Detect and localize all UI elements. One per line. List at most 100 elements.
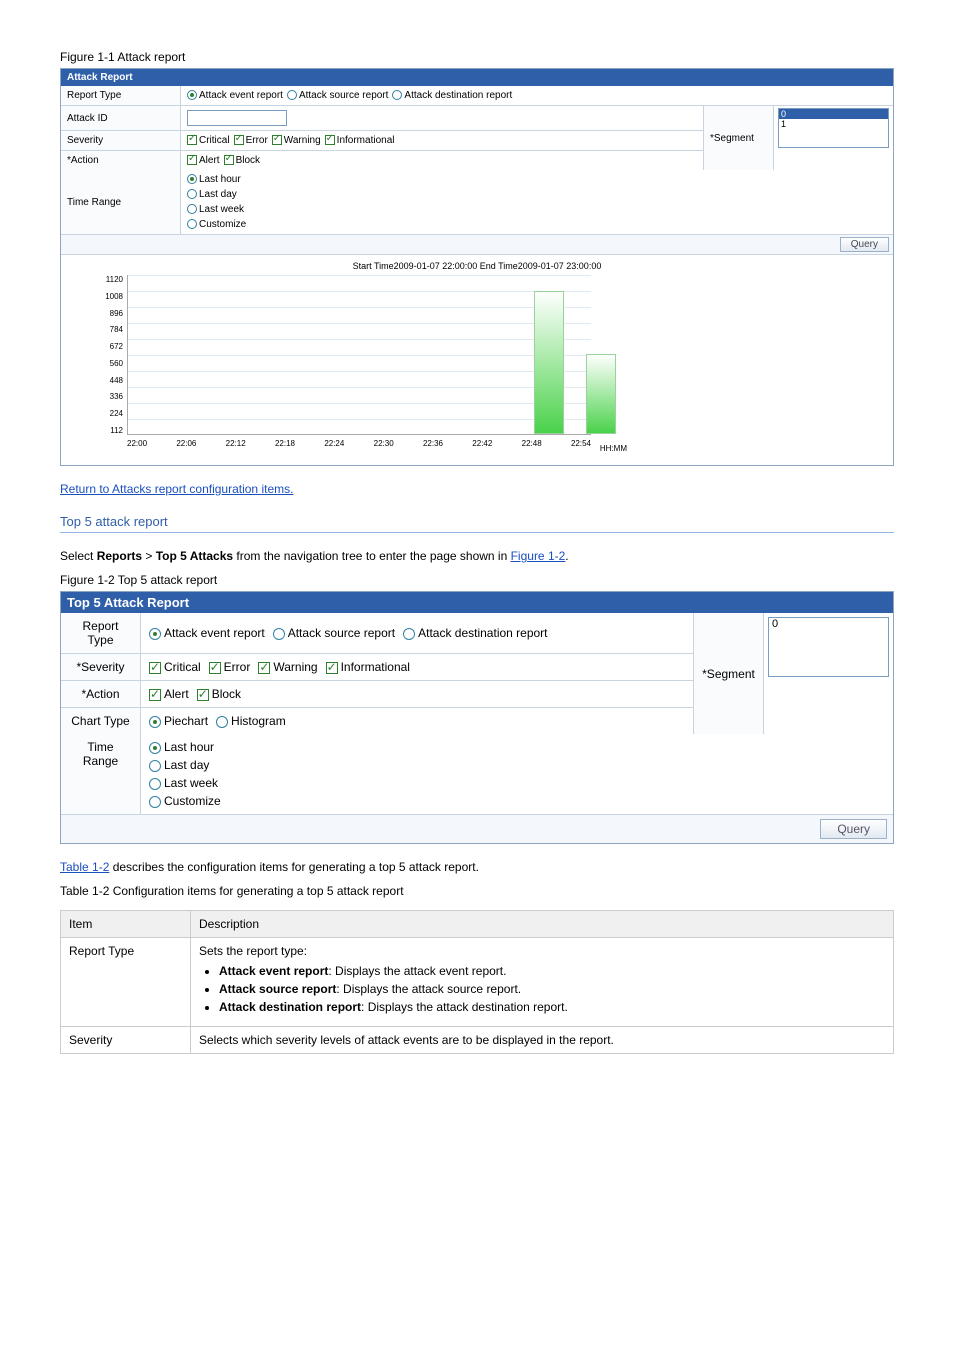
radio-attack-destination[interactable]: Attack destination report — [392, 90, 512, 101]
checkbox-icon — [234, 135, 244, 145]
chart-plot — [127, 275, 591, 435]
check-alert[interactable]: Alert — [187, 155, 220, 166]
radio-icon — [187, 174, 197, 184]
check-top5-alert[interactable]: Alert — [149, 687, 189, 701]
report-type-label: Report Type — [61, 86, 181, 105]
item-report-type: Report Type — [61, 938, 191, 1027]
table-1-2-link[interactable]: Table 1-2 — [60, 860, 109, 874]
check-error[interactable]: Error — [234, 135, 268, 146]
checkbox-icon — [149, 662, 161, 674]
th-item: Item — [61, 911, 191, 938]
config-items-table: Item Description Report Type Sets the re… — [60, 910, 894, 1054]
radio-icon — [187, 204, 197, 214]
top5-segment-item-0[interactable]: 0 — [769, 618, 888, 630]
radio-top5-source[interactable]: Attack source report — [273, 626, 395, 640]
top5-intro: Select Reports > Top 5 Attacks from the … — [60, 549, 894, 563]
radio-top5-last-week[interactable]: Last week — [149, 776, 218, 790]
radio-attack-event[interactable]: Attack event report — [187, 90, 283, 101]
radio-customize[interactable]: Customize — [187, 219, 246, 230]
radio-icon — [392, 90, 402, 100]
radio-icon — [149, 796, 161, 808]
radio-icon — [149, 628, 161, 640]
table2-caption: Table 1-2 Configuration items for genera… — [60, 884, 894, 898]
radio-last-week[interactable]: Last week — [187, 204, 244, 215]
query-button[interactable]: Query — [840, 237, 889, 252]
checkbox-icon — [187, 135, 197, 145]
top5-action-label: *Action — [61, 681, 141, 707]
top5-time-range-label: Time Range — [61, 734, 141, 814]
radio-top5-last-day[interactable]: Last day — [149, 758, 209, 772]
radio-icon — [187, 189, 197, 199]
radio-piechart[interactable]: Piechart — [149, 714, 208, 728]
check-top5-critical[interactable]: Critical — [149, 660, 201, 674]
radio-histogram[interactable]: Histogram — [216, 714, 286, 728]
top5-segment-label: *Segment — [694, 613, 764, 734]
radio-last-day[interactable]: Last day — [187, 189, 237, 200]
radio-icon — [287, 90, 297, 100]
radio-icon — [149, 760, 161, 772]
top5-severity-label: *Severity — [61, 654, 141, 680]
desc-severity: Selects which severity levels of attack … — [191, 1027, 894, 1054]
segment-item-0[interactable]: 0 — [779, 109, 888, 119]
check-top5-error[interactable]: Error — [209, 660, 251, 674]
check-top5-info[interactable]: Informational — [326, 660, 410, 674]
checkbox-icon — [197, 689, 209, 701]
x-axis: 22:0022:0622:1222:1822:2422:3022:3622:42… — [127, 439, 591, 455]
checkbox-icon — [209, 662, 221, 674]
top5-heading: Top 5 attack report — [60, 514, 894, 533]
checkbox-icon — [272, 135, 282, 145]
checkbox-icon — [149, 689, 161, 701]
attack-report-panel: Attack Report Report Type Attack event r… — [60, 68, 894, 466]
top5-header: Top 5 Attack Report — [61, 592, 893, 613]
check-warning[interactable]: Warning — [272, 135, 321, 146]
segment-item-1[interactable]: 1 — [779, 119, 888, 129]
top5-chart-type-label: Chart Type — [61, 708, 141, 734]
radio-icon — [149, 778, 161, 790]
attack-id-label: Attack ID — [61, 106, 181, 130]
radio-top5-last-hour[interactable]: Last hour — [149, 740, 214, 754]
figure1-caption: Figure 1-1 Attack report — [60, 50, 894, 64]
radio-icon — [403, 628, 415, 640]
radio-attack-source[interactable]: Attack source report — [287, 90, 388, 101]
table2-intro: Table 1-2 describes the configuration it… — [60, 860, 894, 874]
checkbox-icon — [224, 155, 234, 165]
check-top5-block[interactable]: Block — [197, 687, 241, 701]
top5-query-button[interactable]: Query — [820, 819, 887, 839]
action-label: *Action — [61, 151, 181, 170]
radio-top5-dest[interactable]: Attack destination report — [403, 626, 547, 640]
segment-label: *Segment — [703, 106, 773, 170]
radio-icon — [216, 716, 228, 728]
figure2-caption: Figure 1-2 Top 5 attack report — [60, 573, 894, 587]
check-block[interactable]: Block — [224, 155, 260, 166]
y-axis: 11201008896784672560448336224112 — [91, 275, 123, 435]
radio-icon — [149, 716, 161, 728]
check-critical[interactable]: Critical — [187, 135, 230, 146]
top5-segment-listbox[interactable]: 0 — [768, 617, 889, 677]
time-range-label: Time Range — [61, 170, 181, 234]
attack-report-header: Attack Report — [61, 69, 893, 86]
radio-icon — [149, 742, 161, 754]
radio-icon — [187, 90, 197, 100]
segment-listbox[interactable]: 0 1 — [778, 108, 889, 148]
severity-label: Severity — [61, 131, 181, 150]
chart-title: Start Time2009-01-07 22:00:00 End Time20… — [71, 261, 883, 271]
figure-1-2-link[interactable]: Figure 1-2 — [511, 549, 566, 563]
attack-id-input[interactable] — [187, 110, 287, 126]
x-unit: HH:MM — [600, 444, 627, 453]
top5-report-type-label: Report Type — [61, 613, 141, 653]
item-severity: Severity — [61, 1027, 191, 1054]
checkbox-icon — [258, 662, 270, 674]
check-top5-warning[interactable]: Warning — [258, 660, 317, 674]
radio-last-hour[interactable]: Last hour — [187, 174, 241, 185]
check-informational[interactable]: Informational — [325, 135, 395, 146]
attack-chart: Start Time2009-01-07 22:00:00 End Time20… — [61, 254, 893, 465]
radio-icon — [273, 628, 285, 640]
return-link[interactable]: Return to Attacks report configuration i… — [60, 482, 293, 496]
top5-panel: Top 5 Attack Report Report Type Attack e… — [60, 591, 894, 844]
checkbox-icon — [187, 155, 197, 165]
figure1-caption-text: Figure 1-1 Attack report — [60, 50, 185, 64]
th-description: Description — [191, 911, 894, 938]
radio-top5-event[interactable]: Attack event report — [149, 626, 265, 640]
desc-report-type: Sets the report type: Attack event repor… — [191, 938, 894, 1027]
radio-top5-customize[interactable]: Customize — [149, 794, 221, 808]
